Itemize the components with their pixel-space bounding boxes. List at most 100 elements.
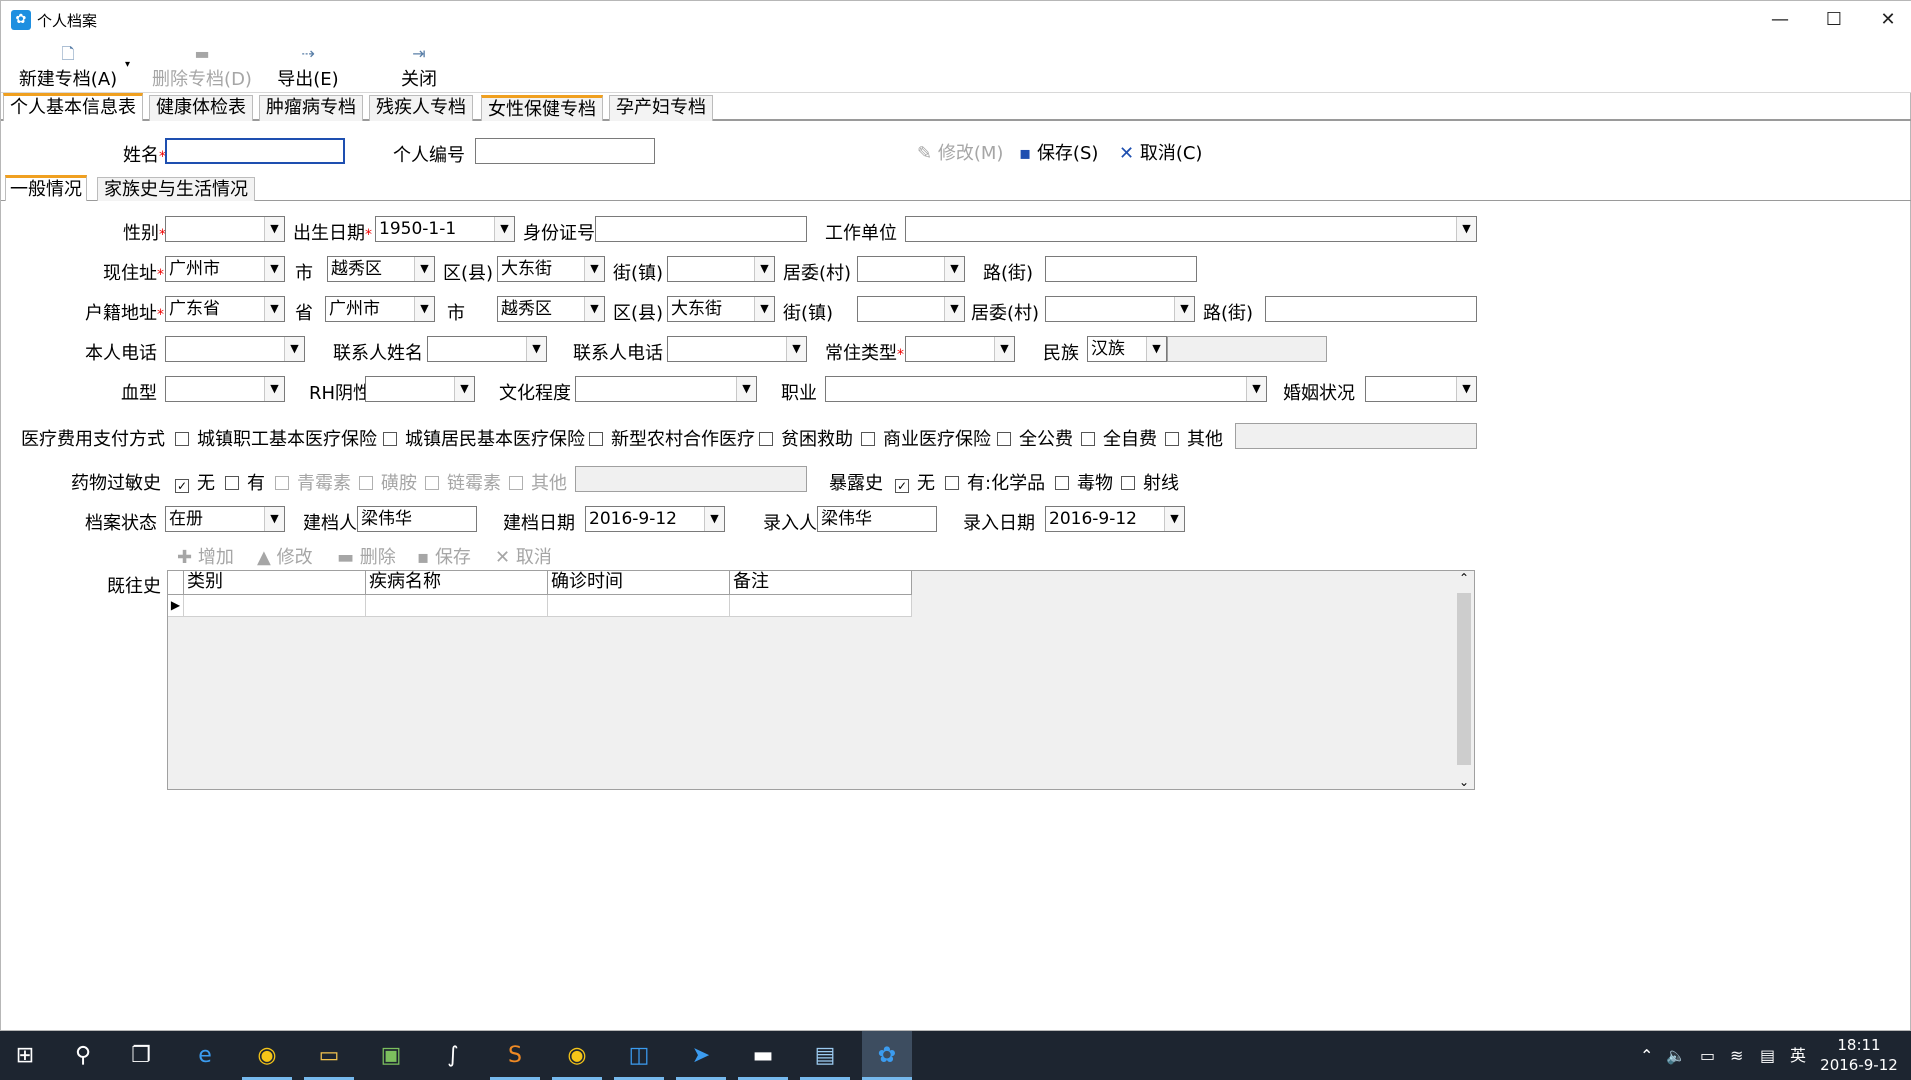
education-select[interactable]: ▼ (575, 376, 757, 402)
minimize-button[interactable]: — (1753, 1, 1807, 39)
column-header-diagnosis-time[interactable]: 确诊时间 (548, 571, 730, 595)
allergy-penicillin-checkbox[interactable]: 青霉素 (275, 469, 351, 495)
create-date-picker[interactable]: 2016-9-12 ▼ (585, 506, 725, 532)
address-village-select[interactable]: ▼ (857, 256, 965, 282)
task-view-icon[interactable]: ❐ (116, 1031, 166, 1080)
pay-option-commercial[interactable]: 商业医疗保险 (861, 425, 991, 451)
terminal-icon[interactable]: ▬ (738, 1031, 788, 1080)
tab-basic-info[interactable]: 个人基本信息表 (3, 93, 143, 121)
pay-option-urban-employee[interactable]: 城镇职工基本医疗保险 (175, 425, 377, 451)
address-street-select[interactable]: 大东街 ▼ (497, 256, 605, 282)
hukou-city-select[interactable]: 广州市 ▼ (325, 296, 435, 322)
exposure-none-checkbox[interactable]: ✓ 无 (895, 469, 935, 495)
clock[interactable]: 18:11 2016-9-12 (1814, 1035, 1904, 1075)
notification-icon[interactable]: ▤ (1760, 1031, 1775, 1080)
scroll-up-icon[interactable]: ⌃ (1454, 571, 1474, 585)
pay-option-self-pay[interactable]: 全自费 (1081, 425, 1157, 451)
wifi-icon[interactable]: ≋ (1730, 1031, 1743, 1080)
allergy-other-checkbox[interactable]: 其他 (509, 469, 567, 495)
hukou-street-select[interactable]: 大东街 ▼ (667, 296, 775, 322)
ime-indicator[interactable]: 英 (1790, 1031, 1806, 1080)
ethnic-select[interactable]: 汉族 ▼ (1087, 336, 1167, 362)
modify-button[interactable]: ✎ 修改(M) (917, 139, 1003, 165)
sublime-icon[interactable]: S (490, 1031, 540, 1080)
scroll-thumb[interactable] (1457, 593, 1471, 765)
save-button[interactable]: ▪ 保存(S) (1019, 139, 1098, 165)
medical-app-icon[interactable]: ✿ (862, 1031, 912, 1080)
tab-maternal[interactable]: 孕产妇专档 (609, 95, 713, 121)
history-grid[interactable]: 类别 疾病名称 确诊时间 备注 ▶ ⌃ ⌄ (167, 570, 1475, 790)
pay-option-poverty-aid[interactable]: 贫困救助 (759, 425, 853, 451)
exposure-chemical-checkbox[interactable]: 有:化学品 (945, 469, 1045, 495)
edge-icon[interactable]: e (180, 1031, 230, 1080)
contact-name-select[interactable]: ▼ (427, 336, 547, 362)
search-icon[interactable]: ⚲ (58, 1031, 108, 1080)
vertical-scrollbar[interactable]: ⌃ ⌄ (1454, 571, 1474, 789)
battery-icon[interactable]: ▭ (1700, 1031, 1715, 1080)
tab-family-history[interactable]: 家族史与生活情况 (97, 177, 255, 201)
rh-select[interactable]: ▼ (365, 376, 475, 402)
exposure-radiation-checkbox[interactable]: 射线 (1121, 469, 1179, 495)
hukou-town-select[interactable]: ▼ (857, 296, 965, 322)
contact-phone-select[interactable]: ▼ (667, 336, 807, 362)
pay-option-full-public[interactable]: 全公费 (997, 425, 1073, 451)
pay-option-rural-coop[interactable]: 新型农村合作医疗 (589, 425, 755, 451)
entry-input[interactable]: 梁伟华 (817, 506, 937, 532)
name-input[interactable] (165, 138, 345, 164)
table-cell[interactable] (184, 595, 366, 617)
export-button[interactable]: ⇢ 导出(E) (273, 43, 343, 91)
hukou-district-select[interactable]: 越秀区 ▼ (497, 296, 605, 322)
chrome-icon[interactable]: ◉ (552, 1031, 602, 1080)
job-select[interactable]: ▼ (825, 376, 1267, 402)
history-add-button[interactable]: ✚ 增加 (177, 543, 234, 569)
cancel-button[interactable]: ✕ 取消(C) (1119, 139, 1202, 165)
chevron-up-icon[interactable]: ⌃ (1640, 1031, 1653, 1080)
hukou-road-input[interactable] (1265, 296, 1477, 322)
volume-icon[interactable]: 🔈 (1666, 1031, 1686, 1080)
file-explorer-icon[interactable]: ▭ (304, 1031, 354, 1080)
address-town-select[interactable]: ▼ (667, 256, 775, 282)
windows-start-icon[interactable]: ⊞ (0, 1031, 50, 1080)
address-city-select[interactable]: 广州市 ▼ (165, 256, 285, 282)
hukou-village-select[interactable]: ▼ (1045, 296, 1195, 322)
gender-select[interactable]: ▼ (165, 216, 285, 242)
chrome-icon[interactable]: ◉ (242, 1031, 292, 1080)
address-road-input[interactable] (1045, 256, 1197, 282)
history-cancel-button[interactable]: ✕ 取消 (495, 543, 552, 569)
card-icon[interactable]: ▤ (800, 1031, 850, 1080)
workunit-select[interactable]: ▼ (905, 216, 1477, 242)
close-window-button[interactable]: ✕ (1861, 1, 1911, 39)
tab-disabled[interactable]: 残疾人专档 (369, 95, 473, 121)
close-button[interactable]: ⇥ 关闭 (399, 43, 439, 91)
tab-general[interactable]: 一般情况 (5, 175, 87, 201)
birth-date-picker[interactable]: 1950-1-1 ▼ (375, 216, 515, 242)
tab-female-health[interactable]: 女性保健专档 (481, 95, 603, 121)
phone-select[interactable]: ▼ (165, 336, 305, 362)
exposure-poison-checkbox[interactable]: 毒物 (1055, 469, 1113, 495)
history-save-button[interactable]: ▪ 保存 (417, 543, 471, 569)
outlook-icon[interactable]: ◫ (614, 1031, 664, 1080)
marital-select[interactable]: ▼ (1365, 376, 1477, 402)
table-cell[interactable] (730, 595, 912, 617)
maximize-button[interactable]: ☐ (1807, 1, 1861, 39)
person-id-input[interactable] (475, 138, 655, 164)
idcard-input[interactable] (595, 216, 807, 242)
new-file-button[interactable]: 🗋 新建专档(A) (13, 43, 123, 91)
allergy-yes-checkbox[interactable]: 有 (225, 469, 265, 495)
entry-date-picker[interactable]: 2016-9-12 ▼ (1045, 506, 1185, 532)
creator-input[interactable]: 梁伟华 (357, 506, 477, 532)
table-cell[interactable] (366, 595, 548, 617)
app-icon[interactable]: ▣ (366, 1031, 416, 1080)
allergy-none-checkbox[interactable]: ✓ 无 (175, 469, 215, 495)
pay-option-urban-resident[interactable]: 城镇居民基本医疗保险 (383, 425, 585, 451)
hukou-province-select[interactable]: 广东省 ▼ (165, 296, 285, 322)
delete-file-button[interactable]: ▬ 删除专档(D) (147, 43, 257, 91)
history-modify-button[interactable]: ▲ 修改 (257, 543, 313, 569)
scroll-down-icon[interactable]: ⌄ (1454, 775, 1474, 789)
feishu-icon[interactable]: ➤ (676, 1031, 726, 1080)
status-select[interactable]: 在册 ▼ (165, 506, 285, 532)
tab-health-check[interactable]: 健康体检表 (149, 95, 253, 121)
allergy-streptomycin-checkbox[interactable]: 链霉素 (425, 469, 501, 495)
residence-select[interactable]: ▼ (905, 336, 1015, 362)
column-header-disease[interactable]: 疾病名称 (366, 571, 548, 595)
